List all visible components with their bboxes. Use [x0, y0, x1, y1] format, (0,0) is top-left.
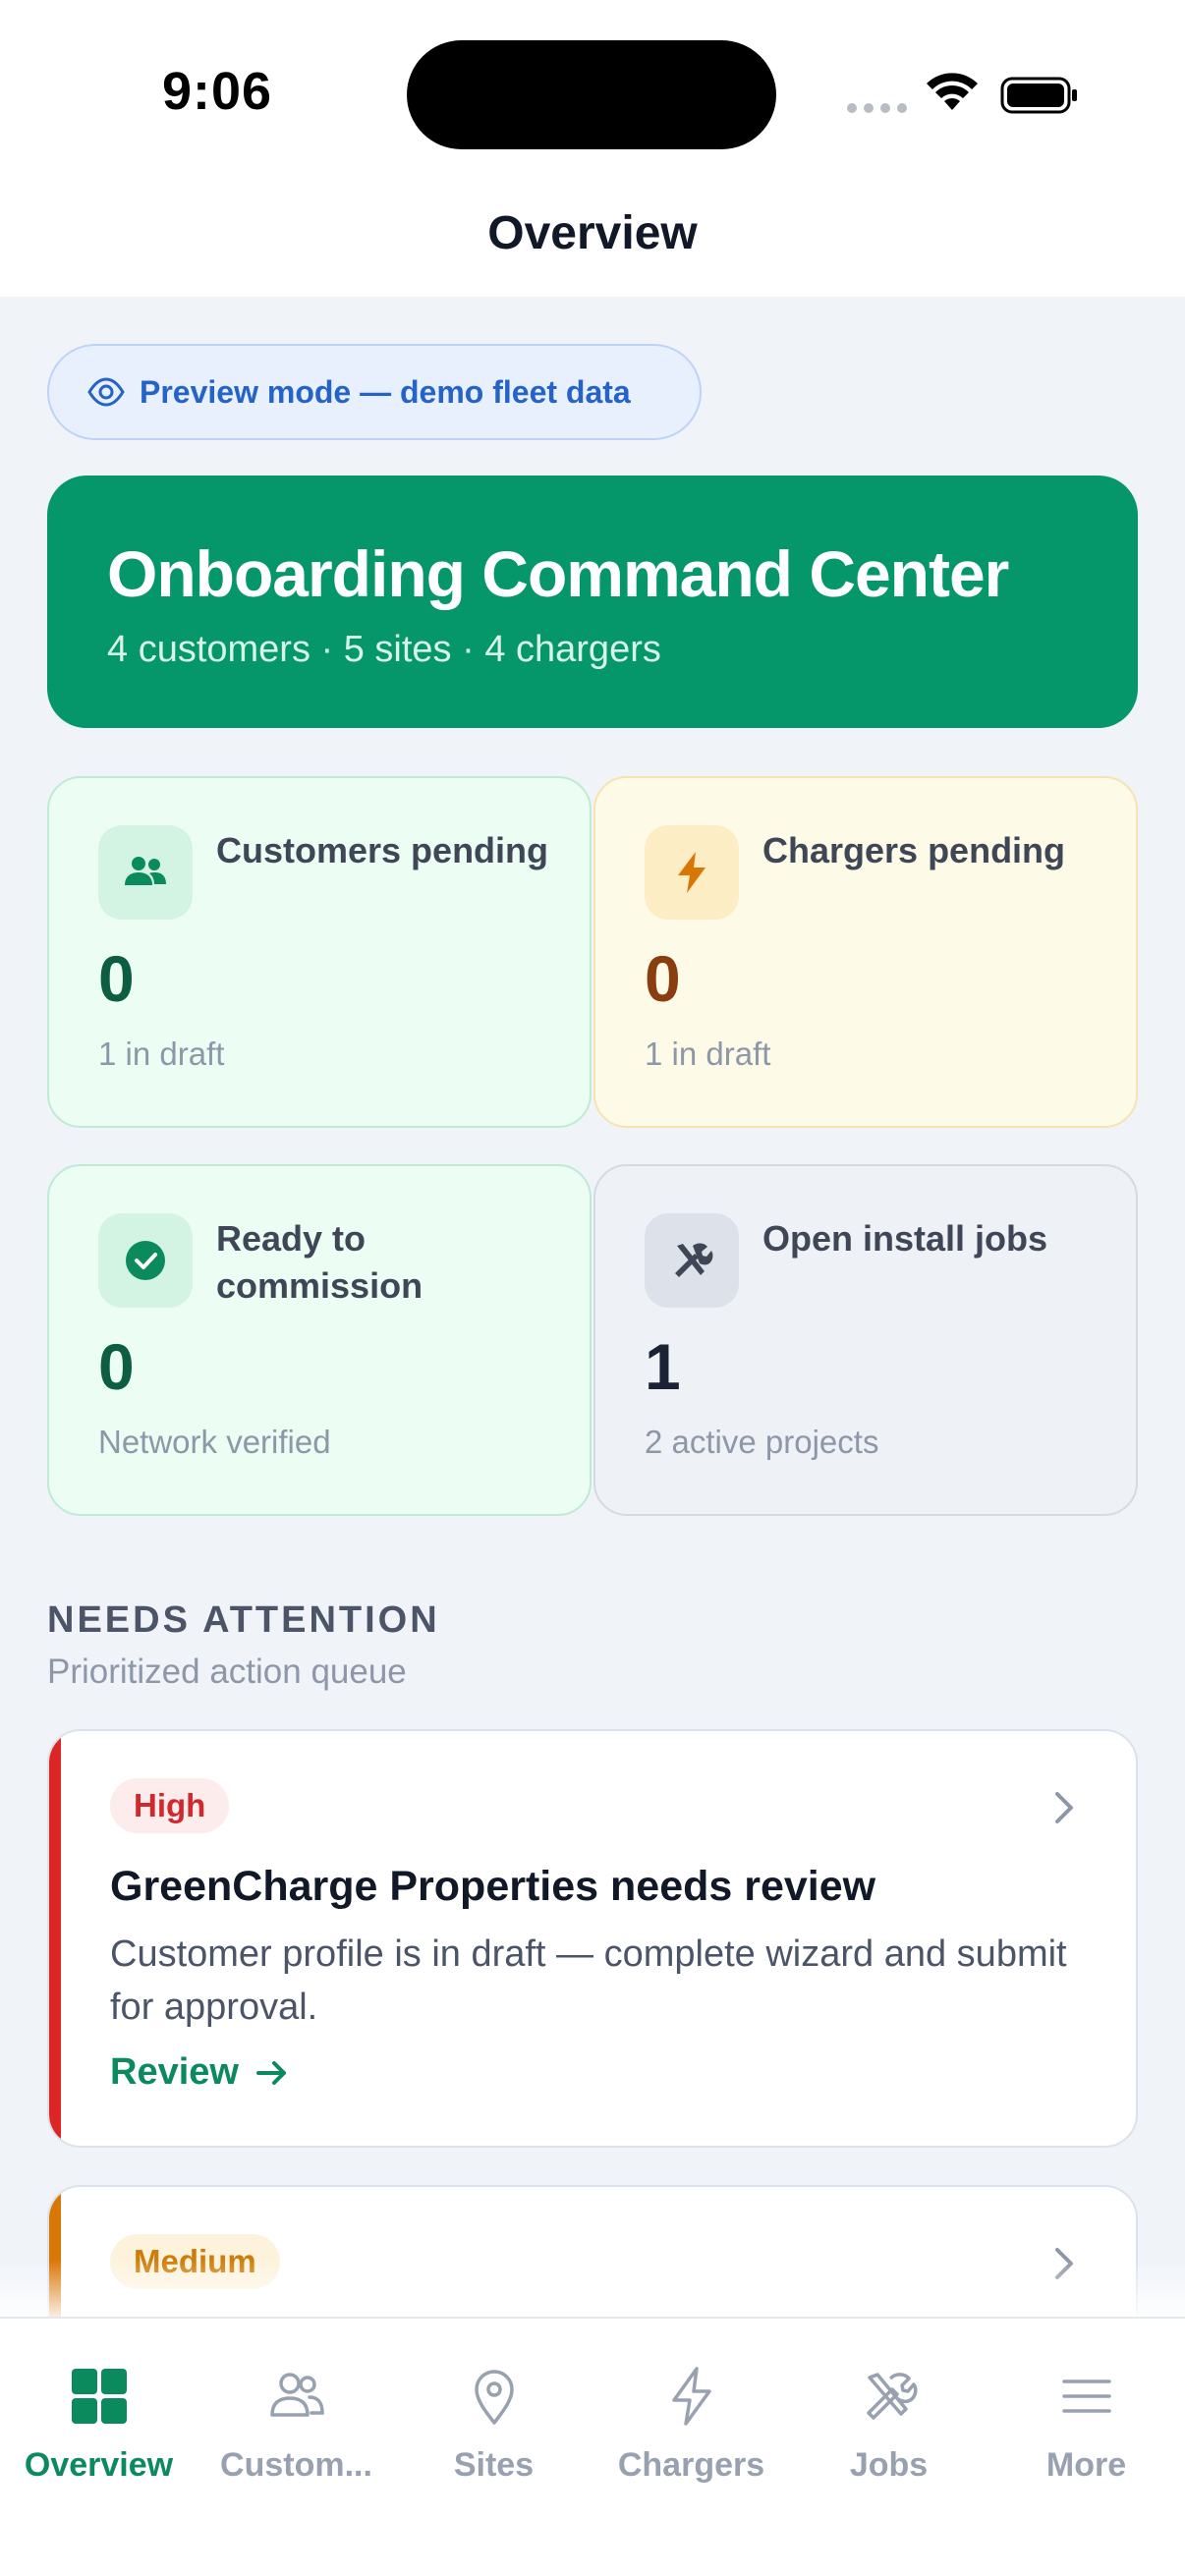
priority-badge: High — [110, 1778, 230, 1833]
tab-label: Custom... — [220, 2446, 372, 2484]
tab-customers[interactable]: Custom... — [198, 2319, 395, 2495]
attention-body: Customer profile is in draft — complete … — [110, 1933, 1067, 2028]
tab-label: Jobs — [849, 2446, 929, 2484]
tools-icon — [645, 1213, 739, 1308]
lightning-icon — [671, 2367, 711, 2426]
scroll-fade — [0, 2260, 1185, 2319]
stat-value: 0 — [98, 1330, 135, 1403]
stat-note: 1 in draft — [645, 1036, 771, 1072]
stat-card-chargers-pending[interactable]: Chargers pending 0 1 in draft — [593, 776, 1138, 1128]
review-link[interactable]: Review — [110, 2051, 292, 2094]
stat-note: 1 in draft — [98, 1036, 225, 1072]
stat-card-ready-to-commission[interactable]: Ready to commission 0 Network verified — [47, 1164, 592, 1516]
lightning-icon — [645, 825, 739, 920]
stat-value: 0 — [645, 942, 681, 1015]
menu-icon — [1061, 2380, 1111, 2413]
tab-label: Overview — [24, 2446, 174, 2484]
tab-more[interactable]: More — [988, 2319, 1185, 2495]
tab-jobs[interactable]: Jobs — [790, 2319, 988, 2495]
status-bar: 9:06 — [0, 0, 1185, 177]
preview-mode-label: Preview mode — demo fleet data — [140, 373, 631, 410]
tools-icon — [866, 2373, 917, 2420]
cellular-signal-icon — [847, 103, 907, 113]
tab-sites[interactable]: Sites — [395, 2319, 592, 2495]
chevron-right-icon — [1055, 1792, 1073, 1823]
stat-label: Customers pending — [216, 830, 549, 870]
stat-label: Chargers pending — [762, 830, 1066, 870]
section-title: NEEDS ATTENTION — [47, 1599, 440, 1641]
page-title: Overview — [487, 207, 698, 259]
wifi-icon — [927, 73, 978, 110]
stat-label: Ready to commission — [216, 1218, 423, 1306]
stat-card-customers-pending[interactable]: Customers pending 0 1 in draft — [47, 776, 592, 1128]
tab-bar: Overview Custom... Sites Chargers Jobs M… — [0, 2317, 1185, 2576]
tab-overview[interactable]: Overview — [0, 2319, 198, 2495]
hero-title: Onboarding Command Center — [107, 537, 1009, 610]
hero-subtitle: 4 customers · 5 sites · 4 chargers — [107, 629, 661, 670]
stat-label: Open install jobs — [762, 1218, 1048, 1259]
stat-card-open-install-jobs[interactable]: Open install jobs 1 2 active projects — [593, 1164, 1138, 1516]
status-time: 9:06 — [162, 62, 273, 121]
dynamic-island — [407, 40, 776, 149]
stat-value: 0 — [98, 942, 135, 1015]
check-circle-icon — [98, 1213, 193, 1308]
priority-stripe — [49, 1731, 61, 2146]
attention-title: GreenCharge Properties needs review — [110, 1863, 876, 1910]
tab-label: Sites — [453, 2446, 535, 2484]
arrow-right-icon — [255, 2060, 286, 2085]
tab-label: Chargers — [617, 2446, 765, 2484]
stat-note: Network verified — [98, 1424, 331, 1460]
preview-mode-badge[interactable]: Preview mode — demo fleet data — [47, 344, 702, 440]
map-pin-icon — [474, 2370, 514, 2425]
attention-card[interactable]: High GreenCharge Properties needs review… — [47, 1729, 1138, 2148]
battery-icon — [1000, 77, 1077, 114]
users-icon — [98, 825, 193, 920]
grid-icon — [71, 2369, 127, 2424]
tab-chargers[interactable]: Chargers — [592, 2319, 790, 2495]
tab-label: More — [1045, 2446, 1127, 2484]
section-subtitle: Prioritized action queue — [47, 1652, 407, 1691]
stat-value: 1 — [645, 1330, 681, 1403]
eye-icon — [87, 377, 125, 407]
review-label: Review — [110, 2051, 239, 2093]
users-icon — [269, 2373, 324, 2417]
stat-note: 2 active projects — [645, 1424, 879, 1460]
command-center-banner: Onboarding Command Center 4 customers · … — [47, 476, 1138, 728]
